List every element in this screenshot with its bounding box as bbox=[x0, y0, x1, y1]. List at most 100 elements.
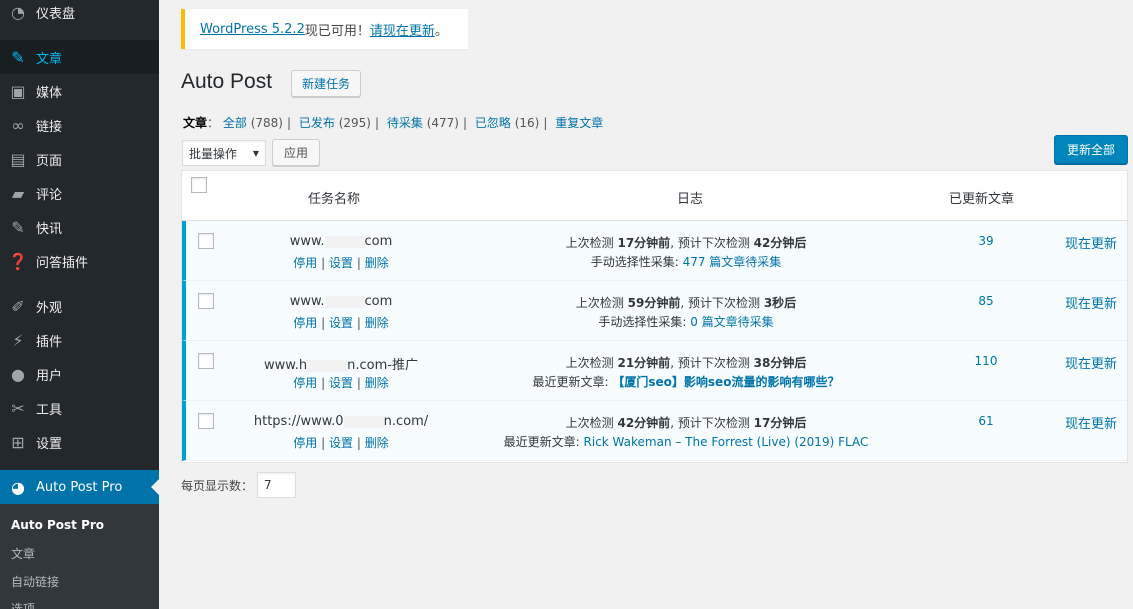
row-actions: 停用 | 设置 | 删除 bbox=[186, 314, 496, 331]
sidebar-item-media[interactable]: ▣ 媒体 bbox=[0, 74, 159, 108]
task-name-prefix: www.h bbox=[264, 358, 308, 373]
sidebar-item-pages[interactable]: ▤ 页面 bbox=[0, 142, 159, 176]
filter-separator: | bbox=[462, 116, 468, 130]
submenu-item-posts[interactable]: 文章 bbox=[11, 545, 35, 562]
update-now-link[interactable]: 现在更新 bbox=[1056, 353, 1126, 372]
sidebar-item-qa[interactable]: ❓ 问答插件 bbox=[0, 244, 159, 278]
page-icon: ▤ bbox=[10, 149, 26, 169]
select-all-checkbox[interactable] bbox=[191, 177, 207, 193]
autopost-icon: ◕ bbox=[11, 477, 25, 497]
delete-link[interactable]: 删除 bbox=[365, 376, 389, 390]
pin-icon: ✎ bbox=[11, 217, 25, 237]
updated-count[interactable]: 110 bbox=[936, 354, 1036, 368]
delete-link[interactable]: 删除 bbox=[365, 316, 389, 330]
new-task-button[interactable]: 新建任务 bbox=[291, 70, 361, 97]
settings-link[interactable]: 设置 bbox=[329, 316, 353, 330]
submenu-item-auto-post-pro[interactable]: Auto Post Pro bbox=[11, 518, 104, 532]
task-name-prefix: www. bbox=[289, 294, 325, 309]
sidebar-item-tools[interactable]: ✂ 工具 bbox=[0, 391, 159, 425]
sidebar-item-comments[interactable]: ▰ 评论 bbox=[0, 176, 159, 210]
log-last-check: 17分钟前 bbox=[617, 236, 671, 250]
header-task-name: 任务名称 bbox=[308, 192, 361, 207]
log-detail-link[interactable]: 【厦门seo】影响seo流量的影响有哪些？ bbox=[612, 375, 839, 389]
log-detail-link[interactable]: Rick Wakeman – The Forrest (Live) (2019)… bbox=[584, 435, 869, 449]
sidebar-item-links[interactable]: ∞ 链接 bbox=[0, 108, 159, 142]
log-last-check: 42分钟前 bbox=[617, 416, 671, 430]
sidebar-item-news[interactable]: ✎ 快讯 bbox=[0, 210, 159, 244]
disable-link[interactable]: 停用 bbox=[293, 376, 317, 390]
sidebar-item-plugins[interactable]: ⚡ 插件 bbox=[0, 323, 159, 357]
settings-icon: ⊞ bbox=[11, 432, 25, 452]
log-text: , 预计下次检测 bbox=[670, 416, 754, 430]
filter-all-count: (788) bbox=[250, 116, 283, 130]
settings-link[interactable]: 设置 bbox=[329, 436, 353, 450]
update-now-link[interactable]: 请现在更新 bbox=[370, 20, 435, 39]
filter-all[interactable]: 全部 bbox=[223, 116, 247, 130]
update-now-link[interactable]: 现在更新 bbox=[1056, 413, 1126, 432]
updated-count[interactable]: 39 bbox=[936, 234, 1036, 248]
redacted-block bbox=[343, 415, 384, 428]
sidebar-item-posts[interactable]: ✎ 文章 bbox=[0, 40, 159, 74]
log-next-check: 17分钟后 bbox=[753, 416, 807, 430]
bulk-action-select[interactable]: 批量操作 ▼ bbox=[182, 140, 266, 166]
per-page-input[interactable]: 7 bbox=[257, 472, 296, 498]
media-icon: ▣ bbox=[10, 81, 26, 101]
submenu-item-auto-links[interactable]: 自动链接 bbox=[11, 573, 59, 590]
action-separator: | bbox=[321, 436, 326, 450]
table-row: https://www.0 n.com/ 停用 | 设置 | 删除 上次检测 42… bbox=[182, 401, 1127, 461]
bulk-action-value: 批量操作 bbox=[189, 146, 238, 161]
delete-link[interactable]: 删除 bbox=[365, 256, 389, 270]
table-row: www.h n.com-推广 停用 | 设置 | 删除 上次检测 21分钟前, 预… bbox=[182, 341, 1127, 401]
task-name-suffix: n.com/ bbox=[383, 414, 429, 429]
update-now-link[interactable]: 现在更新 bbox=[1056, 293, 1126, 312]
sidebar-item-label: 外观 bbox=[36, 300, 63, 316]
disable-link[interactable]: 停用 bbox=[293, 436, 317, 450]
sidebar-item-appearance[interactable]: ✐ 外观 bbox=[0, 289, 159, 323]
sidebar-item-auto-post-pro[interactable]: ◕ Auto Post Pro bbox=[0, 470, 159, 504]
filter-duplicate[interactable]: 重复文章 bbox=[555, 116, 603, 130]
update-all-button[interactable]: 更新全部 bbox=[1054, 135, 1128, 164]
row-actions: 停用 | 设置 | 删除 bbox=[186, 434, 496, 451]
log-detail-link[interactable]: 477 篇文章待采集 bbox=[683, 255, 782, 269]
disable-link[interactable]: 停用 bbox=[293, 316, 317, 330]
updated-count[interactable]: 61 bbox=[936, 414, 1036, 428]
redacted-block bbox=[324, 235, 365, 248]
plugin-icon: ⚡ bbox=[12, 330, 24, 350]
action-separator: | bbox=[356, 316, 361, 330]
sidebar-item-users[interactable]: ● 用户 bbox=[0, 357, 159, 391]
apply-button[interactable]: 应用 bbox=[272, 139, 320, 166]
submenu-item-options[interactable]: 选项 bbox=[11, 600, 35, 609]
settings-link[interactable]: 设置 bbox=[329, 376, 353, 390]
sidebar-item-label: 评论 bbox=[36, 187, 63, 203]
update-now-link[interactable]: 现在更新 bbox=[1056, 233, 1126, 252]
table-row: www. com 停用 | 设置 | 删除 上次检测 59分钟前, 预计下次检测 … bbox=[182, 281, 1127, 341]
filter-pending-count: (477) bbox=[426, 116, 459, 130]
sidebar-item-label: Auto Post Pro bbox=[36, 479, 123, 495]
filter-ignored[interactable]: 已忽略 bbox=[475, 116, 511, 130]
sidebar-item-label: 工具 bbox=[36, 402, 63, 418]
row-actions: 停用 | 设置 | 删除 bbox=[186, 374, 496, 391]
log-check-times: 上次检测 17分钟前, 预计下次检测 42分钟后 bbox=[496, 234, 876, 251]
filter-separator: | bbox=[286, 116, 292, 130]
page-title: Auto Post bbox=[181, 70, 273, 93]
log-text: 上次检测 bbox=[575, 296, 628, 310]
post-filters: 文章： 全部 (788) | 已发布 (295) | 待采集 (477) | 已忽略 … bbox=[183, 114, 603, 131]
sidebar-item-dashboard[interactable]: ◔ 仪表盘 bbox=[0, 0, 159, 29]
sidebar-item-settings[interactable]: ⊞ 设置 bbox=[0, 425, 159, 459]
log-detail-label: 最近更新文章: bbox=[503, 435, 584, 449]
task-name-suffix: com bbox=[364, 294, 393, 309]
header-log: 日志 bbox=[677, 192, 704, 207]
disable-link[interactable]: 停用 bbox=[293, 256, 317, 270]
wordpress-version-link[interactable]: WordPress 5.2.2 bbox=[200, 22, 305, 37]
filter-pending[interactable]: 待采集 bbox=[387, 116, 423, 130]
sidebar-item-label: 插件 bbox=[36, 334, 63, 350]
log-detail-link[interactable]: 0 篇文章待采集 bbox=[690, 315, 773, 329]
sidebar-item-label: 媒体 bbox=[36, 85, 63, 101]
help-icon: ❓ bbox=[8, 251, 28, 271]
delete-link[interactable]: 删除 bbox=[365, 436, 389, 450]
updated-count[interactable]: 85 bbox=[936, 294, 1036, 308]
filter-published[interactable]: 已发布 bbox=[299, 116, 335, 130]
settings-link[interactable]: 设置 bbox=[329, 256, 353, 270]
action-separator: | bbox=[356, 256, 361, 270]
filter-separator: | bbox=[374, 116, 380, 130]
